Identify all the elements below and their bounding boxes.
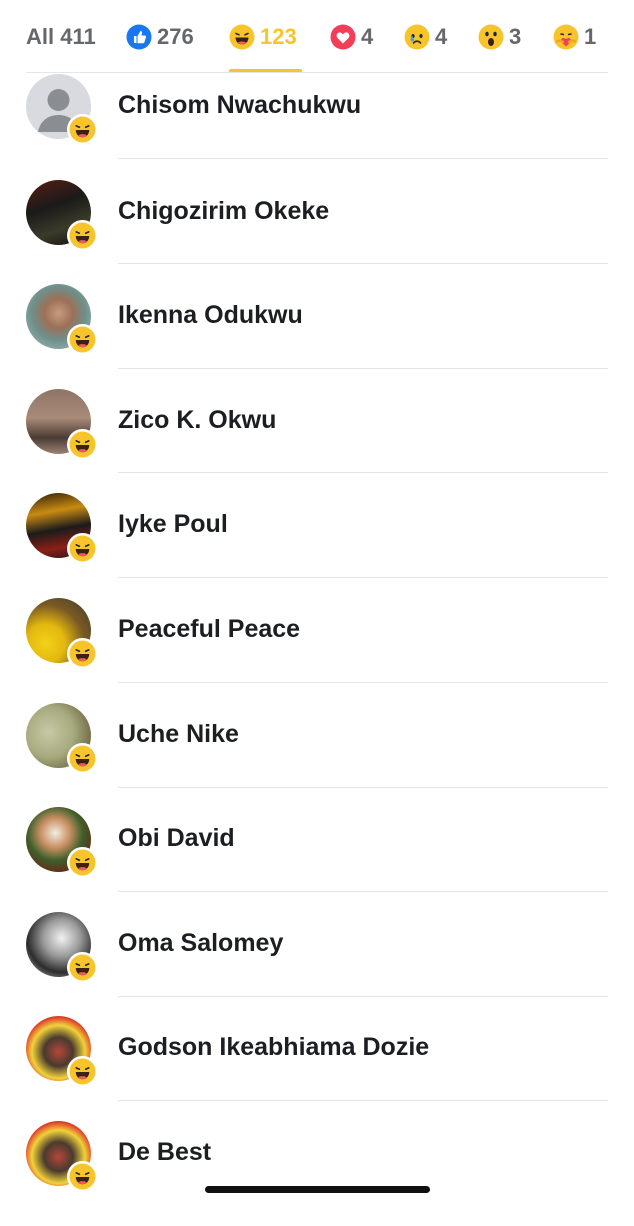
tab-like-label: 276 xyxy=(157,24,194,49)
reactor-name[interactable]: Oma Salomey xyxy=(118,929,283,958)
love-icon xyxy=(330,24,356,50)
reactor-name[interactable]: Chisom Nwachukwu xyxy=(118,91,361,120)
list-item[interactable]: De Best xyxy=(0,1121,634,1226)
list-item[interactable]: Oma Salomey xyxy=(0,912,634,1017)
list-item[interactable]: Godson Ikeabhiama Dozie xyxy=(0,1016,634,1121)
haha-icon xyxy=(67,847,98,878)
row-divider xyxy=(118,682,608,683)
tab-love[interactable]: 4 xyxy=(330,20,373,54)
row-divider xyxy=(118,368,608,369)
reactor-name[interactable]: Godson Ikeabhiama Dozie xyxy=(118,1033,429,1062)
tab-sad[interactable]: 4 xyxy=(404,20,447,54)
tab-wow-label: 3 xyxy=(509,24,522,49)
list-item[interactable]: Obi David xyxy=(0,807,634,912)
home-indicator[interactable] xyxy=(205,1186,430,1193)
haha-icon xyxy=(67,743,98,774)
list-item[interactable]: Iyke Poul xyxy=(0,493,634,598)
tab-love-label: 4 xyxy=(361,24,374,49)
tab-like[interactable]: 276 xyxy=(126,20,194,54)
tab-all[interactable]: All 411 xyxy=(26,20,96,54)
row-divider xyxy=(118,577,608,578)
tab-all-label: All 411 xyxy=(26,24,96,49)
haha-icon xyxy=(67,220,98,251)
reactor-name[interactable]: Peaceful Peace xyxy=(118,615,300,644)
haha-icon xyxy=(67,114,98,145)
tab-care-label: 1 xyxy=(584,24,597,49)
row-divider xyxy=(118,1100,608,1101)
list-item[interactable]: Peaceful Peace xyxy=(0,598,634,703)
tab-haha[interactable]: 123 xyxy=(229,20,297,54)
reactor-name[interactable]: Uche Nike xyxy=(118,720,239,749)
haha-icon xyxy=(67,533,98,564)
sad-icon xyxy=(404,24,430,50)
list-item[interactable]: Uche Nike xyxy=(0,703,634,808)
haha-icon xyxy=(67,1056,98,1087)
tab-wow[interactable]: 3 xyxy=(478,20,521,54)
row-divider xyxy=(118,996,608,997)
tab-care[interactable]: 1 xyxy=(553,20,596,54)
reactor-name[interactable]: De Best xyxy=(118,1138,211,1167)
tab-sad-label: 4 xyxy=(435,24,448,49)
haha-icon xyxy=(67,1161,98,1192)
tab-haha-label: 123 xyxy=(260,24,297,49)
row-divider xyxy=(118,263,608,264)
care-icon xyxy=(553,24,579,50)
wow-icon xyxy=(478,24,504,50)
reactor-name[interactable]: Ikenna Odukwu xyxy=(118,301,303,330)
row-divider xyxy=(118,158,608,159)
list-item[interactable]: Chigozirim Okeke xyxy=(0,180,634,285)
haha-icon xyxy=(229,24,255,50)
haha-icon xyxy=(67,429,98,460)
list-item[interactable]: Zico K. Okwu xyxy=(0,389,634,494)
reactor-name[interactable]: Obi David xyxy=(118,824,235,853)
row-divider xyxy=(118,891,608,892)
row-divider xyxy=(118,472,608,473)
row-divider xyxy=(118,787,608,788)
reactor-name[interactable]: Chigozirim Okeke xyxy=(118,197,329,226)
like-icon xyxy=(126,24,152,50)
list-item[interactable]: Chisom Nwachukwu xyxy=(0,74,634,179)
reaction-tabs: All 411 276 123 4 4 3 1 xyxy=(0,0,634,73)
reactor-name[interactable]: Iyke Poul xyxy=(118,510,228,539)
haha-icon xyxy=(67,638,98,669)
reactor-name[interactable]: Zico K. Okwu xyxy=(118,406,276,435)
tabs-divider xyxy=(26,72,608,73)
haha-icon xyxy=(67,952,98,983)
list-item[interactable]: Ikenna Odukwu xyxy=(0,284,634,389)
haha-icon xyxy=(67,324,98,355)
